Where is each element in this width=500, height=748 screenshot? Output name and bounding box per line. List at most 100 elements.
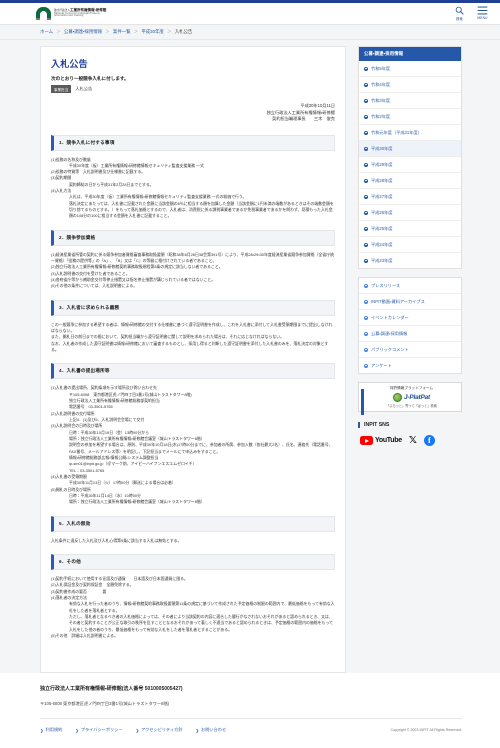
- search-button[interactable]: 検索: [455, 6, 464, 21]
- footer-link[interactable]: ❯ お問い合わせ: [196, 727, 227, 733]
- section-line: 説明会の参加を希望する場合は、原則、平成30年10月18日(木)17時00分まで…: [69, 442, 333, 454]
- youtube-link[interactable]: YouTube: [360, 436, 402, 445]
- sidebar-link-item[interactable]: 公募・調達・採用情報: [359, 326, 461, 342]
- section-body: この一般競争に参加する希望する者は、情報・研修館の交付する仕様書に基づく遵守証明…: [51, 322, 335, 354]
- sidebar-link-label: アンケート: [371, 362, 392, 368]
- footer-link[interactable]: ❯ 利用規約: [40, 727, 62, 733]
- sidebar-year-label: 令和元年度（平成31年度）: [371, 129, 422, 135]
- section-line: 入札条件に違反した入札及び入札心得第9条に該当する入札は無効とする。: [51, 537, 182, 543]
- bullet-icon: [364, 363, 368, 368]
- sidebar-link-item[interactable]: プレスリリース: [359, 278, 461, 294]
- banner-brand-main: PlatPat: [409, 393, 431, 401]
- sidebar-year-item[interactable]: 令和3年度: [359, 93, 461, 109]
- sidebar-year-label: 平成23年度: [371, 257, 393, 263]
- jplatpat-banner[interactable]: 特許情報プラットフォーム J-PlatPat 「ぷらっと」寄って「ぱっと」検索: [358, 382, 462, 415]
- sidebar-year-item[interactable]: 平成29年度: [359, 157, 461, 173]
- bullet-icon: [364, 194, 368, 199]
- sidebar-year-label: 平成24年度: [371, 241, 393, 247]
- main-content: 入札公告 次のとおり一般競争入札に付します。 事業担当 入札公告 平成30年10…: [40, 46, 346, 673]
- section-line: (5)その他の条件については、入札説明書による。: [51, 283, 138, 289]
- sns-icon-row: YouTube 𝕏 f: [358, 435, 462, 446]
- breadcrumb-home[interactable]: ホーム: [40, 29, 53, 34]
- footer-link[interactable]: ❯ アクセシビリティ方針: [136, 727, 183, 733]
- chevron-right-icon: ❯: [195, 727, 200, 733]
- sidebar-link-item[interactable]: イベントカレンダー: [359, 310, 461, 326]
- chevron-right-icon: ❯: [75, 727, 79, 733]
- menu-button[interactable]: MENU: [477, 6, 488, 20]
- meta-signer: 契約担当職理事長 三木 俊克: [272, 116, 335, 121]
- sidebar-year-item[interactable]: 平成25年度: [359, 221, 461, 237]
- footer-link-label: プライバシーポリシー: [80, 727, 123, 732]
- sidebar-link-label: パブリックコメント: [371, 346, 409, 352]
- section-line: (1)経済産業省所管の契約に係る競争参加者資格審査事務取扱要領（昭和38年6月2…: [51, 251, 334, 264]
- bullet-icon: [364, 210, 368, 215]
- search-label: 検索: [456, 16, 463, 21]
- footer-org-name: 独立行政法人工業所有権情報・研修館(法人番号 5010005005427): [40, 686, 183, 692]
- logo-text-block: 独立行政法人工業所有権情報・研修館 National Center for In…: [54, 8, 106, 19]
- section-heading: 6．その他: [51, 553, 335, 570]
- sidebar-year-label: 平成27年度: [371, 193, 393, 199]
- search-icon: [455, 6, 464, 15]
- bullet-icon: [364, 114, 368, 119]
- badge-row: 事業担当 入札公告: [51, 85, 335, 93]
- bullet-icon: [364, 283, 368, 288]
- menu-label: MENU: [477, 15, 488, 20]
- section-line: ただし、落札者となるべき者の入札価格によっては、その者により当該契約の内容に適合…: [69, 613, 334, 632]
- bullet-icon: [364, 130, 368, 135]
- footer-bottom: ❯ 利用規約 ❯ プライバシーポリシー ❯ アクセシビリティ方針 ❯ お問い合わせ Copyr…: [40, 718, 462, 733]
- footer-links: ❯ 利用規約 ❯ プライバシーポリシー ❯ アクセシビリティ方針 ❯ お問い合わせ: [40, 727, 226, 733]
- sidebar-year-item[interactable]: 令和2年度: [359, 109, 461, 125]
- youtube-label: YouTube: [375, 437, 402, 444]
- footer-link-label: お問い合わせ: [201, 727, 227, 732]
- sidebar-year-item[interactable]: 令和4年度: [359, 77, 461, 93]
- breadcrumb-level2[interactable]: 公募・調達・採用情報: [64, 29, 102, 34]
- sidebar-link-item[interactable]: パブリックコメント: [359, 342, 461, 358]
- sidebar-year-list: 令和5年度 令和4年度 令和3年度 令和2年度 令和元年度（平成31年度） 平成30年度平…: [359, 61, 461, 268]
- footer-link[interactable]: ❯ プライバシーポリシー: [75, 727, 122, 733]
- site-logo[interactable]: 独立行政法人工業所有権情報・研修館 National Center for In…: [36, 7, 106, 20]
- sidebar-link-label: 公募・調達・採用情報: [371, 330, 408, 336]
- site-header: 独立行政法人工業所有権情報・研修館 National Center for In…: [0, 3, 500, 25]
- section-body: (1)役務の名称及び数量 平成30年度（仮）工業所有権情報・研修館情報セキュリティ…: [51, 157, 335, 220]
- breadcrumb-current: 入札公告: [174, 29, 193, 34]
- breadcrumb-level4[interactable]: 平成30年度: [141, 29, 163, 34]
- bullet-icon: [364, 162, 368, 167]
- sidebar-year-item[interactable]: 平成26年度: [359, 205, 461, 221]
- content-sections: 1．競争入札に付する事項 (1)役務の名称及び数量 平成30年度（仮）工業所有権情報…: [51, 134, 335, 640]
- sidebar-year-item[interactable]: 令和5年度: [359, 61, 461, 77]
- sidebar-link-label: プレスリリース: [371, 282, 401, 288]
- bullet-icon: [364, 146, 368, 151]
- sidebar-year-item[interactable]: 平成28年度: [359, 173, 461, 189]
- youtube-icon: [360, 436, 373, 445]
- footer-link-label: アクセシビリティ方針: [141, 727, 183, 732]
- sidebar-link-item[interactable]: INPIT動画・資料アーカイブス: [359, 294, 461, 310]
- section-heading: 5．入札の無効: [51, 515, 335, 532]
- sidebar-year-label: 平成28年度: [371, 177, 393, 183]
- section-line: 有効な入札を行った者のうち、情報・研修館契約事務取扱要領第11条の規定に基づいて…: [69, 601, 335, 613]
- sidebar-year-item[interactable]: 平成27年度: [359, 189, 461, 205]
- bullet-icon: [364, 66, 368, 71]
- banner-brand: J-PlatPat: [404, 394, 430, 401]
- sidebar-year-label: 平成29年度: [371, 161, 393, 167]
- page-body: 入札公告 次のとおり一般競争入札に付します。 事業担当 入札公告 平成30年10…: [0, 40, 500, 673]
- sidebar-year-item[interactable]: 平成23年度: [359, 253, 461, 268]
- section-line: この一般競争に参加する希望する者は、情報・研修館の交付する仕様書に基づく遵守証明…: [51, 321, 333, 334]
- section-line: 落札決定にあたっては、入札書に記載された金額に当該金額の8％に相当する額を加算し…: [69, 200, 334, 219]
- section-line: 場所：独立行政法人工業所有権情報・研修館会議室（城山トラストタワー8階）: [69, 499, 205, 505]
- sidebar-link-item[interactable]: アンケート: [359, 358, 461, 373]
- sidebar-year-item[interactable]: 平成24年度: [359, 237, 461, 253]
- x-twitter-icon[interactable]: 𝕏: [409, 435, 417, 446]
- sidebar-link-panel: プレスリリース INPIT動画・資料アーカイブス イベントカレンダー公募・調達・採用…: [358, 277, 462, 374]
- bullet-icon: [364, 258, 368, 263]
- sidebar-year-item[interactable]: 平成30年度: [359, 141, 461, 157]
- sidebar-year-item[interactable]: 令和元年度（平成31年度）: [359, 125, 461, 141]
- section-heading: 1．競争入札に付する事項: [51, 134, 335, 151]
- footer-link-label: 利用規約: [45, 727, 63, 732]
- section-body: (1)入札書の提出場所、契約条項を示す場所及び問い合わせ先 〒105-6008 東…: [51, 385, 335, 505]
- breadcrumb-level3[interactable]: 案件一覧: [113, 29, 131, 34]
- sidebar-panel-title: 公募・調達・採用情報: [359, 47, 461, 61]
- sidebar-link-list: プレスリリース INPIT動画・資料アーカイブス イベントカレンダー公募・調達・採用…: [359, 278, 461, 373]
- inpit-logo-icon: [36, 7, 51, 20]
- sidebar-year-label: 令和3年度: [371, 97, 391, 103]
- facebook-icon[interactable]: f: [423, 435, 435, 446]
